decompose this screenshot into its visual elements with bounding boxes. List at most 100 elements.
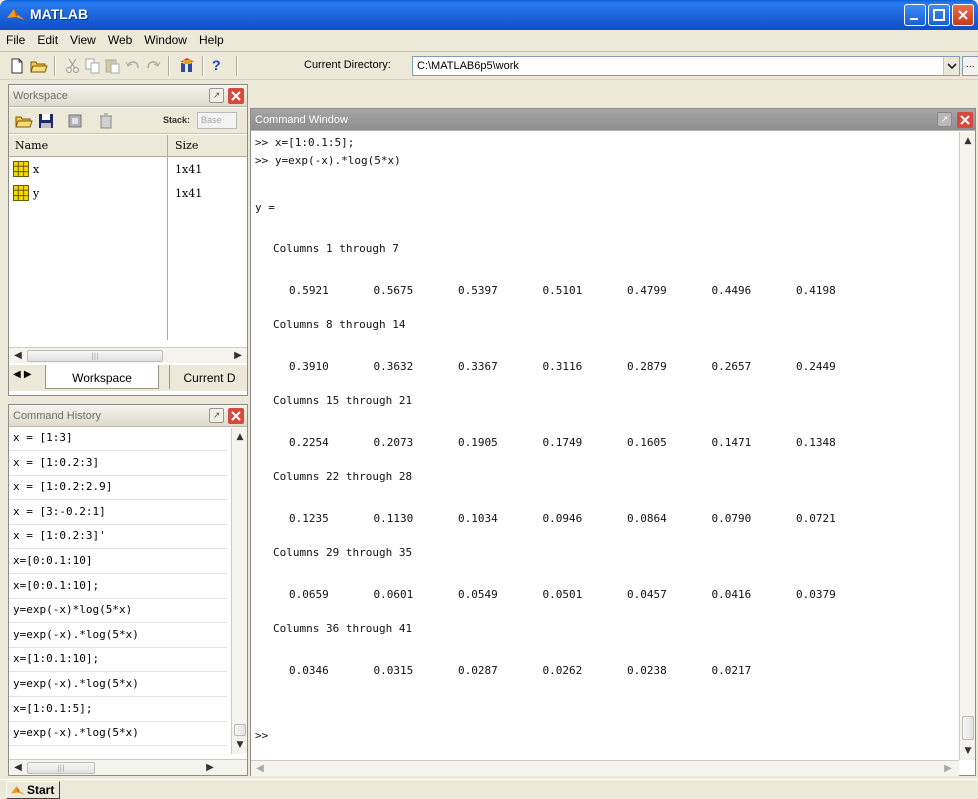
history-entry[interactable]: x = [1:0.2:3]'	[13, 529, 106, 542]
tab-scroll-arrows-icon[interactable]: ◀ ▶	[13, 369, 32, 380]
name-column-header[interactable]: Name	[15, 139, 48, 152]
scroll-down-icon[interactable]: ▼	[961, 744, 975, 758]
current-directory-dropdown[interactable]	[943, 57, 959, 75]
maximize-button[interactable]	[928, 4, 950, 26]
tab-workspace[interactable]: Workspace	[45, 365, 159, 389]
open-folder-icon[interactable]	[30, 57, 48, 75]
scroll-up-icon[interactable]: ▲	[961, 134, 975, 148]
output-value: 0.0315	[373, 664, 414, 677]
history-divider	[9, 597, 227, 599]
history-entry[interactable]: x = [3:-0.2:1]	[13, 505, 106, 518]
scroll-right-icon[interactable]: ▶	[203, 761, 217, 775]
output-variable-label: y =	[255, 201, 275, 214]
history-divider	[9, 745, 227, 747]
output-value: 0.2657	[711, 360, 752, 373]
new-file-icon[interactable]	[8, 57, 26, 75]
scroll-right-icon[interactable]: ▶	[941, 762, 955, 776]
chevron-down-icon	[947, 63, 957, 70]
command-window-title: Command Window	[255, 114, 348, 126]
scroll-down-icon[interactable]: ▼	[233, 738, 247, 752]
scroll-thumb[interactable]	[234, 724, 246, 736]
open-folder-icon[interactable]	[15, 112, 33, 130]
output-value: 0.2879	[627, 360, 667, 373]
current-directory-field[interactable]: C:\MATLAB6p5\work	[412, 56, 960, 76]
variable-size: 1x41	[175, 187, 203, 200]
undock-button[interactable]: ↗	[209, 88, 224, 103]
close-workspace-button[interactable]	[228, 88, 244, 104]
undo-icon[interactable]	[124, 57, 142, 75]
output-value: 0.4799	[627, 284, 667, 297]
size-column-header[interactable]: Size	[175, 139, 198, 152]
delete-variable-icon[interactable]	[97, 112, 115, 130]
output-value: 0.3116	[542, 360, 583, 373]
undock-button[interactable]: ↗	[209, 408, 224, 423]
paste-icon[interactable]	[104, 57, 122, 75]
history-entry[interactable]: x=[0:0.1:10];	[13, 579, 99, 592]
history-entry[interactable]: y=exp(-x)*log(5*x)	[13, 603, 132, 616]
columns-header: Columns 1 through 7	[273, 242, 399, 255]
history-entry[interactable]: y=exp(-x).*log(5*x)	[13, 726, 139, 739]
matrix-variable-icon	[13, 161, 29, 177]
history-divider	[9, 450, 227, 451]
menu-web[interactable]: Web	[102, 30, 138, 47]
command-window-panel: Command Window ↗ >> x=[1:0.1:5]; >> y=exp…	[250, 108, 976, 776]
copy-icon[interactable]	[84, 57, 102, 75]
close-history-button[interactable]	[228, 408, 244, 424]
output-value: 0.4198	[796, 284, 836, 297]
history-divider	[9, 622, 227, 624]
scroll-left-icon[interactable]: ◀	[11, 761, 25, 775]
command-window-vscrollbar[interactable]: ▲ ▼	[959, 132, 975, 760]
menu-help[interactable]: Help	[193, 30, 230, 47]
history-entry[interactable]: x=[1:0.1:10];	[13, 652, 99, 665]
variable-name: x	[33, 163, 40, 176]
close-command-window-button[interactable]	[957, 112, 973, 128]
menu-edit[interactable]: Edit	[31, 30, 64, 47]
output-value: 0.0721	[796, 512, 836, 525]
scroll-right-icon[interactable]: ▶	[231, 349, 245, 363]
start-button[interactable]: Start	[6, 781, 60, 799]
scroll-thumb[interactable]: |||	[27, 350, 163, 362]
scroll-left-icon[interactable]: ◀	[253, 762, 267, 776]
history-entry[interactable]: x=[0:0.1:10]	[13, 554, 92, 567]
scroll-up-icon[interactable]: ▲	[233, 430, 247, 444]
cut-icon[interactable]	[64, 57, 82, 75]
browse-label: ...	[966, 60, 975, 70]
main-toolbar: ? Current Directory: C:\MATLAB6p5\work .…	[0, 52, 978, 80]
history-entry[interactable]: y=exp(-x).*log(5*x)	[13, 677, 139, 690]
history-entry[interactable]: x=[1:0.1:5];	[13, 702, 92, 715]
save-icon[interactable]	[37, 112, 55, 130]
help-icon[interactable]: ?	[212, 57, 230, 75]
browse-directory-button[interactable]: ...	[962, 56, 978, 76]
workspace-hscrollbar[interactable]: ◀ ||| ▶	[9, 347, 247, 363]
simulink-icon[interactable]	[178, 57, 196, 75]
history-entry[interactable]: x = [1:0.2:3]	[13, 456, 99, 469]
scroll-thumb[interactable]	[962, 716, 974, 740]
menu-file[interactable]: File	[0, 30, 31, 47]
minimize-button[interactable]	[904, 4, 926, 26]
variable-size: 1x41	[175, 163, 203, 176]
output-value: 0.5675	[373, 284, 414, 297]
workspace-table-header: Name Size	[9, 135, 247, 157]
output-value: 0.1235	[289, 512, 329, 525]
history-divider	[9, 523, 227, 525]
scroll-thumb[interactable]: |||	[27, 762, 95, 774]
output-value: 0.0790	[711, 512, 752, 525]
menu-window[interactable]: Window	[138, 30, 193, 47]
command-window-hscrollbar[interactable]: ◀ ▶	[251, 760, 959, 776]
workspace-row[interactable]: x 1x41	[9, 158, 247, 182]
history-hscrollbar[interactable]: ◀ ||| ▶	[9, 759, 247, 775]
menu-view[interactable]: View	[64, 30, 102, 47]
history-entry[interactable]: x = [1:3]	[13, 431, 73, 444]
stack-select[interactable]: Base	[197, 112, 237, 129]
redo-icon[interactable]	[144, 57, 162, 75]
workspace-row[interactable]: y 1x41	[9, 182, 247, 206]
undock-button[interactable]: ↗	[937, 112, 952, 127]
history-entry[interactable]: x = [1:0.2:2.9]	[13, 480, 112, 493]
output-value: 0.3367	[458, 360, 498, 373]
import-data-icon[interactable]	[67, 112, 85, 130]
history-vscrollbar[interactable]: ▲ ▼	[231, 428, 247, 754]
scroll-left-icon[interactable]: ◀	[11, 349, 25, 363]
close-window-button[interactable]	[952, 4, 974, 26]
tab-current-directory[interactable]: Current D	[169, 365, 249, 389]
history-entry[interactable]: y=exp(-x).*log(5*x)	[13, 628, 139, 641]
